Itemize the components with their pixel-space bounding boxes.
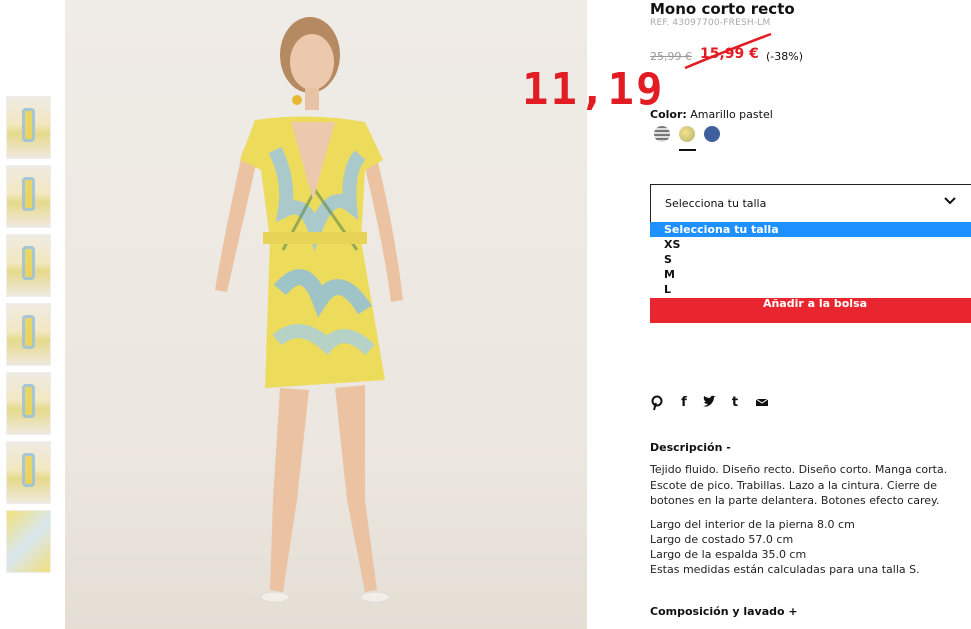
thumbnail-strip: [6, 96, 52, 579]
measurement-item: Largo de costado 57.0 cm: [650, 533, 794, 546]
thumbnail-6[interactable]: [6, 441, 51, 504]
thumbnail-2[interactable]: [6, 165, 51, 228]
thumbnail-1[interactable]: [6, 96, 51, 159]
pinterest-icon[interactable]: [650, 395, 664, 411]
selected-swatch-indicator: [679, 149, 696, 151]
color-label: Color: Amarillo pastel: [650, 108, 773, 121]
size-option-l[interactable]: L: [650, 282, 971, 297]
size-select[interactable]: Selecciona tu talla: [650, 184, 971, 222]
thumbnail-4[interactable]: [6, 303, 51, 366]
measurement-item: Largo del interior de la pierna 8.0 cm: [650, 518, 855, 531]
description-text: Tejido fluido. Diseño recto. Diseño cort…: [650, 463, 948, 507]
color-label-prefix: Color:: [650, 108, 687, 121]
size-dropdown-list: Selecciona tu talla XS S M L: [650, 222, 971, 298]
tumblr-icon[interactable]: t: [728, 395, 742, 411]
twitter-icon[interactable]: [702, 395, 716, 411]
add-to-bag-label: Añadir a la bolsa: [762, 297, 868, 310]
facebook-icon[interactable]: f: [677, 395, 691, 411]
size-option-placeholder[interactable]: Selecciona tu talla: [650, 222, 971, 237]
thumbnail-3[interactable]: [6, 234, 51, 297]
add-to-bag-button[interactable]: Añadir a la bolsa: [650, 298, 971, 323]
size-option-s[interactable]: S: [650, 252, 971, 267]
email-icon[interactable]: [755, 395, 769, 411]
product-title: Mono corto recto: [650, 0, 795, 18]
composition-heading[interactable]: Composición y lavado +: [650, 605, 798, 618]
product-main-image[interactable]: [65, 0, 587, 629]
thumbnail-5[interactable]: [6, 372, 51, 435]
sale-price: 15,99 €: [700, 46, 759, 62]
discount-badge: (-38%): [766, 50, 804, 63]
measurement-item: Largo de la espalda 35.0 cm: [650, 548, 807, 561]
size-select-label: Selecciona tu talla: [665, 197, 767, 210]
color-swatch-yellow[interactable]: [679, 126, 695, 142]
size-option-xs[interactable]: XS: [650, 237, 971, 252]
color-swatch-navy[interactable]: [704, 126, 720, 142]
product-reference: REF. 43097700-FRESH-LM: [650, 18, 771, 28]
measurements-list: Largo del interior de la pierna 8.0 cm L…: [650, 517, 971, 577]
thumbnail-7[interactable]: [6, 510, 51, 573]
color-swatch-striped[interactable]: [654, 126, 670, 142]
original-price: 25,99 €: [650, 50, 692, 63]
model-illustration: [215, 17, 403, 603]
size-option-m[interactable]: M: [650, 267, 971, 282]
description-heading[interactable]: Descripción -: [650, 441, 731, 454]
color-value: Amarillo pastel: [690, 108, 773, 121]
handwritten-price-annotation: 11,19: [522, 64, 665, 115]
measurement-item: Estas medidas están calculadas para una …: [650, 563, 920, 576]
chevron-down-icon: [944, 197, 956, 205]
